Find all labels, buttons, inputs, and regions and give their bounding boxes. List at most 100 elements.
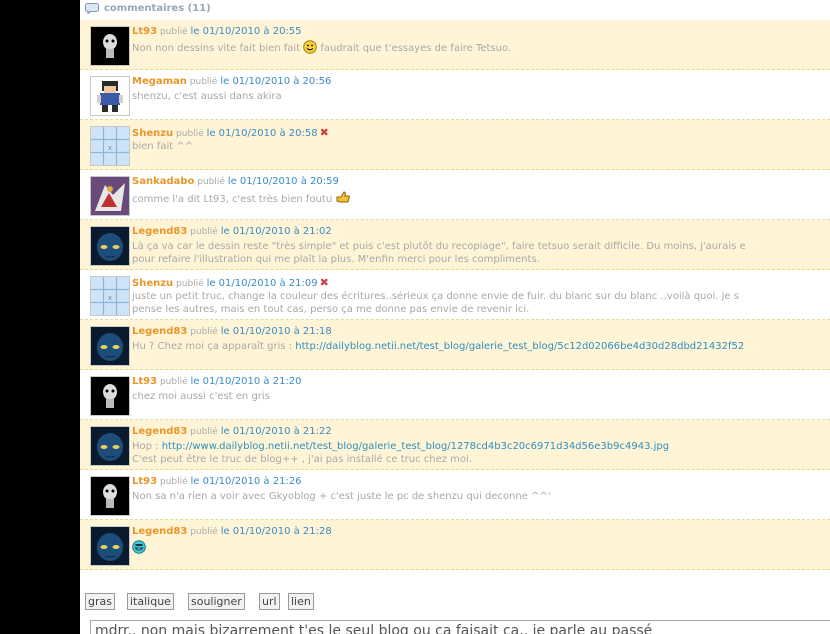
avatar[interactable] bbox=[90, 526, 130, 566]
comment-line: Non non dessins vite fait bien fait faud… bbox=[132, 40, 511, 55]
comment-link[interactable]: http://www.dailyblog.netii.net/test_blog… bbox=[162, 441, 669, 452]
comment-author[interactable]: Legend83 bbox=[132, 526, 187, 537]
published-label: publié bbox=[157, 477, 191, 487]
svg-text:x: x bbox=[108, 294, 112, 302]
comment-item: Lt93 publié le 01/10/2010 à 21:20 chez mo… bbox=[80, 370, 830, 420]
published-label: publié bbox=[157, 377, 191, 387]
comment-item: Legend83 publié le 01/10/2010 à 21:28 bbox=[80, 520, 830, 570]
comment-date[interactable]: le 01/10/2010 à 20:55 bbox=[190, 26, 301, 37]
comment-author[interactable]: Legend83 bbox=[132, 426, 187, 437]
comment-line: juste un petit truc, change la couleur d… bbox=[132, 290, 739, 303]
comment-item: Sankadabo publié le 01/10/2010 à 20:59 co… bbox=[80, 170, 830, 220]
published-label: publié bbox=[187, 527, 221, 537]
bold-button[interactable]: gras bbox=[85, 593, 115, 610]
avatar[interactable] bbox=[90, 476, 130, 516]
published-label: publié bbox=[187, 427, 221, 437]
avatar[interactable]: x bbox=[90, 126, 130, 166]
comment-line: Non sa n'a rien a voir avec Gkyoblog + c… bbox=[132, 490, 551, 503]
comment-text: Non non dessins vite fait bien fait bbox=[132, 43, 301, 54]
comment-author[interactable]: Lt93 bbox=[132, 376, 157, 387]
delete-icon[interactable]: ✖ bbox=[320, 276, 329, 289]
comment-item: Megaman publié le 01/10/2010 à 20:56 shen… bbox=[80, 70, 830, 120]
comment-author[interactable]: Lt93 bbox=[132, 476, 157, 487]
url-button[interactable]: url bbox=[259, 593, 280, 610]
comment-body: Non non dessins vite fait bien fait faud… bbox=[132, 40, 511, 55]
comment-item: Legend83 publié le 01/10/2010 à 21:02 Là … bbox=[80, 220, 830, 270]
comment-body: chez moi aussi c'est en gris bbox=[132, 390, 270, 403]
comment-meta: Shenzu publié le 01/10/2010 à 21:09 ✖ bbox=[132, 276, 329, 289]
comment-item: Lt93 publié le 01/10/2010 à 21:26 Non sa … bbox=[80, 470, 830, 520]
comment-author[interactable]: Shenzu bbox=[132, 278, 173, 289]
comment-meta: Shenzu publié le 01/10/2010 à 20:58 ✖ bbox=[132, 126, 329, 139]
comment-author[interactable]: Legend83 bbox=[132, 326, 187, 337]
comment-date[interactable]: le 01/10/2010 à 21:26 bbox=[190, 476, 301, 487]
svg-text:x: x bbox=[108, 144, 112, 152]
comment-list: Lt93 publié le 01/10/2010 à 20:55 Non non… bbox=[80, 20, 830, 570]
comment-line: Hop : http://www.dailyblog.netii.net/tes… bbox=[132, 440, 669, 453]
avatar[interactable] bbox=[90, 326, 130, 366]
comment-text: comme l'a dit Lt93, c'est très bien fout… bbox=[132, 194, 333, 205]
comment-text: Là ça va car le dessin reste "très simpl… bbox=[132, 241, 746, 252]
delete-icon[interactable]: ✖ bbox=[320, 126, 329, 139]
comment-line: comme l'a dit Lt93, c'est très bien fout… bbox=[132, 190, 351, 206]
avatar[interactable]: x bbox=[90, 276, 130, 316]
link-button[interactable]: lien bbox=[288, 593, 314, 610]
avatar[interactable] bbox=[90, 376, 130, 416]
comment-item: Legend83 publié le 01/10/2010 à 21:22 Hop… bbox=[80, 420, 830, 470]
smiley-icon bbox=[303, 40, 317, 54]
published-label: publié bbox=[187, 227, 221, 237]
avatar[interactable] bbox=[90, 226, 130, 266]
comment-body: Là ça va car le dessin reste "très simpl… bbox=[132, 240, 746, 266]
comment-line: C'est peut être le truc de blog++ , j'ai… bbox=[132, 454, 472, 465]
comment-author[interactable]: Legend83 bbox=[132, 226, 187, 237]
comment-textarea[interactable]: mdrr.. non mais bizarrement t'es le seul… bbox=[90, 620, 830, 634]
comment-meta: Megaman publié le 01/10/2010 à 20:56 bbox=[132, 76, 331, 87]
comment-meta: Lt93 publié le 01/10/2010 à 20:55 bbox=[132, 26, 302, 37]
comment-date[interactable]: le 01/10/2010 à 21:22 bbox=[221, 426, 332, 437]
published-label: publié bbox=[186, 77, 221, 87]
comment-line: chez moi aussi c'est en gris bbox=[132, 390, 270, 403]
comment-date[interactable]: le 01/10/2010 à 21:18 bbox=[221, 326, 332, 337]
comment-meta: Legend83 publié le 01/10/2010 à 21:18 bbox=[132, 326, 332, 337]
comment-link[interactable]: http://dailyblog.netii.net/test_blog/gal… bbox=[295, 341, 744, 352]
published-label: publié bbox=[187, 327, 221, 337]
comments-header: commentaires (11) bbox=[80, 0, 830, 18]
comment-date[interactable]: le 01/10/2010 à 20:58 bbox=[207, 128, 318, 139]
published-label: publié bbox=[173, 129, 207, 139]
thumbs-up-icon bbox=[336, 191, 351, 203]
comment-date[interactable]: le 01/10/2010 à 20:56 bbox=[220, 76, 331, 87]
comment-meta: Legend83 publié le 01/10/2010 à 21:02 bbox=[132, 226, 332, 237]
comment-text: Hop : bbox=[132, 441, 162, 452]
comment-item: Lt93 publié le 01/10/2010 à 20:55 Non non… bbox=[80, 20, 830, 70]
comment-line: shenzu, c'est aussi dans akira bbox=[132, 90, 282, 103]
comment-author[interactable]: Shenzu bbox=[132, 128, 173, 139]
italic-button[interactable]: italique bbox=[127, 593, 174, 610]
comment-meta: Legend83 publié le 01/10/2010 à 21:28 bbox=[132, 526, 332, 537]
published-label: publié bbox=[157, 27, 191, 37]
comment-body: shenzu, c'est aussi dans akira bbox=[132, 90, 282, 103]
comment-date[interactable]: le 01/10/2010 à 21:02 bbox=[221, 226, 332, 237]
comment-item: Legend83 publié le 01/10/2010 à 21:18 Hu … bbox=[80, 320, 830, 370]
comment-body: Non sa n'a rien a voir avec Gkyoblog + c… bbox=[132, 490, 551, 503]
comment-line: bien fait ^^ bbox=[132, 140, 193, 153]
comment-author[interactable]: Megaman bbox=[132, 76, 187, 87]
comment-meta: Lt93 publié le 01/10/2010 à 21:26 bbox=[132, 476, 302, 487]
underline-button[interactable]: souligner bbox=[188, 593, 245, 610]
comment-text: bien fait ^^ bbox=[132, 141, 194, 152]
comment-item: x Shenzu publié le 01/10/2010 à 21:09 ✖ jus… bbox=[80, 270, 830, 320]
comment-date[interactable]: le 01/10/2010 à 20:59 bbox=[228, 176, 339, 187]
avatar[interactable] bbox=[90, 176, 130, 216]
comment-line: Hu ? Chez moi ça apparaît gris : http://… bbox=[132, 340, 744, 353]
comment-date[interactable]: le 01/10/2010 à 21:09 bbox=[207, 278, 318, 289]
avatar[interactable] bbox=[90, 26, 130, 66]
comment-line: pense les autres, mais en tout cas, pers… bbox=[132, 304, 530, 315]
avatar[interactable] bbox=[90, 426, 130, 466]
comment-date[interactable]: le 01/10/2010 à 21:20 bbox=[190, 376, 301, 387]
comment-body: Hop : http://www.dailyblog.netii.net/tes… bbox=[132, 440, 669, 466]
comment-author[interactable]: Lt93 bbox=[132, 26, 157, 37]
comment-date[interactable]: le 01/10/2010 à 21:28 bbox=[221, 526, 332, 537]
comment-author[interactable]: Sankadabo bbox=[132, 176, 194, 187]
avatar[interactable] bbox=[90, 76, 130, 116]
comments-page: commentaires (11) Lt93 publié le 01/10/2… bbox=[80, 0, 830, 634]
comment-text: juste un petit truc, change la couleur d… bbox=[132, 291, 739, 302]
